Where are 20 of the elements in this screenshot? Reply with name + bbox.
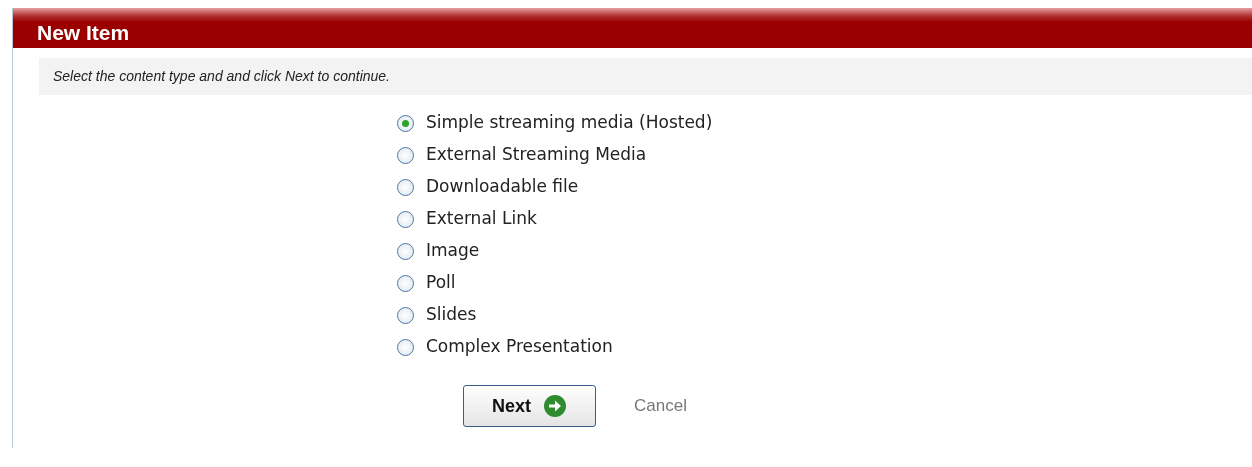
- radio-button[interactable]: [397, 306, 414, 324]
- radio-button[interactable]: [397, 242, 414, 260]
- radio-button[interactable]: [397, 274, 414, 292]
- option-label: Poll: [426, 271, 456, 295]
- next-button[interactable]: Next: [463, 385, 596, 427]
- option-label: Complex Presentation: [426, 335, 613, 359]
- radio-button[interactable]: [397, 114, 414, 132]
- option-label: Image: [426, 239, 480, 263]
- option-label: Simple streaming media (Hosted): [426, 111, 713, 135]
- instruction-text: Select the content type and and click Next to continue.: [53, 67, 390, 86]
- option-label: External Streaming Media: [426, 143, 647, 167]
- cancel-link[interactable]: Cancel: [634, 393, 687, 419]
- radio-button[interactable]: [397, 146, 414, 164]
- option-label: External Link: [426, 207, 537, 231]
- radio-button[interactable]: [397, 178, 414, 196]
- option-label: Slides: [426, 303, 477, 327]
- radio-button[interactable]: [397, 338, 414, 356]
- option-label: Downloadable file: [426, 175, 579, 199]
- radio-button[interactable]: [397, 210, 414, 228]
- page-title: New Item: [37, 22, 130, 43]
